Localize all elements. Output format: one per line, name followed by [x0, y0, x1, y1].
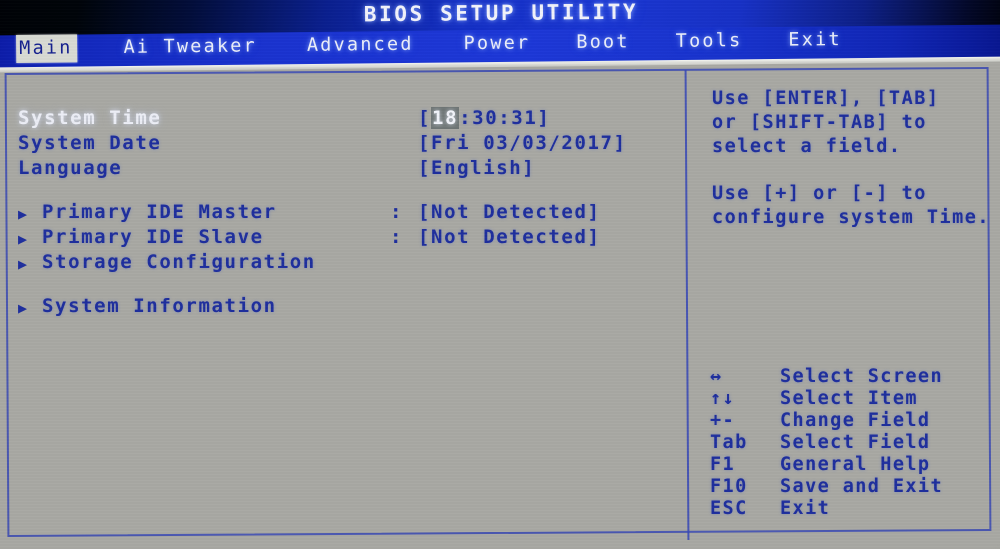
legend-label: Exit	[780, 498, 831, 519]
arrows-left-right-icon: ↔	[710, 366, 723, 387]
submenu-arrow-icon: ▶	[18, 299, 29, 317]
system-information-label: System Information	[42, 295, 277, 317]
setting-row-system-date[interactable]: System Date [Fri 03/03/2017]	[18, 132, 668, 157]
legend-row-select-screen: ↔ Select Screen	[700, 366, 1000, 389]
system-time-bracket-open: [	[418, 107, 432, 129]
primary-ide-master-value: [Not Detected]	[418, 201, 601, 223]
legend-label: Save and Exit	[780, 476, 943, 497]
storage-configuration-label: Storage Configuration	[42, 251, 316, 273]
f1-key-icon: F1	[710, 454, 736, 475]
tab-key-icon: Tab	[710, 432, 748, 453]
help-text-line: or [SHIFT-TAB] to	[712, 112, 927, 133]
legend-row-change-field: +- Change Field	[700, 410, 1000, 433]
main-settings-pane: System Time [18:30:31] System Date [Fri …	[0, 66, 686, 549]
legend-row-exit: ESC Exit	[700, 498, 1000, 521]
tab-main[interactable]: Main	[16, 33, 78, 63]
system-time-value[interactable]: [18:30:31]	[418, 107, 550, 129]
primary-ide-slave-value: [Not Detected]	[418, 226, 601, 248]
plus-minus-icon: +-	[710, 410, 736, 431]
setting-row-system-time[interactable]: System Time [18:30:31]	[18, 107, 668, 132]
setting-row-primary-ide-slave[interactable]: ▶ Primary IDE Slave : [Not Detected]	[18, 226, 668, 251]
tab-power[interactable]: Power	[463, 29, 531, 58]
language-value[interactable]: [English]	[418, 157, 535, 179]
legend-row-save-and-exit: F10 Save and Exit	[700, 476, 1000, 499]
submenu-arrow-icon: ▶	[18, 230, 29, 248]
setting-row-primary-ide-master[interactable]: ▶ Primary IDE Master : [Not Detected]	[18, 201, 668, 226]
menu-spacer	[257, 45, 307, 46]
primary-ide-master-colon: :	[390, 201, 404, 223]
legend-row-select-field: Tab Select Field	[700, 432, 1000, 455]
legend-label: Select Screen	[780, 366, 943, 387]
primary-ide-master-label: Primary IDE Master	[42, 201, 277, 223]
bios-setup-screen: BIOS SETUP UTILITY Main Ai Tweaker Advan…	[0, 0, 1000, 549]
help-text-line: Use [ENTER], [TAB]	[712, 88, 940, 109]
legend-label: Change Field	[780, 410, 931, 431]
setting-row-storage-configuration[interactable]: ▶ Storage Configuration	[18, 251, 668, 276]
primary-ide-slave-colon: :	[390, 226, 404, 248]
legend-label: Select Field	[780, 432, 931, 453]
language-label: Language	[18, 157, 123, 179]
setting-row-language[interactable]: Language [English]	[18, 157, 668, 182]
tab-advanced[interactable]: Advanced	[307, 30, 414, 59]
primary-ide-slave-label: Primary IDE Slave	[42, 226, 264, 248]
system-time-rest: :30:31]	[459, 107, 551, 129]
help-pane: Use [ENTER], [TAB] or [SHIFT-TAB] to sel…	[700, 66, 1000, 549]
tab-ai-tweaker[interactable]: Ai Tweaker	[123, 32, 257, 61]
submenu-arrow-icon: ▶	[18, 205, 29, 223]
tab-exit[interactable]: Exit	[788, 26, 842, 55]
legend-label: Select Item	[780, 388, 918, 409]
arrows-up-down-icon: ↑↓	[710, 388, 736, 409]
help-text-line: Use [+] or [-] to	[712, 183, 927, 204]
esc-key-icon: ESC	[710, 498, 748, 519]
submenu-arrow-icon: ▶	[18, 255, 29, 273]
menu-spacer	[414, 44, 464, 45]
tab-boot[interactable]: Boot	[576, 28, 630, 57]
legend-label: General Help	[780, 454, 931, 475]
f10-key-icon: F10	[710, 476, 748, 497]
legend-row-general-help: F1 General Help	[700, 454, 1000, 477]
system-date-value[interactable]: [Fri 03/03/2017]	[418, 132, 627, 154]
help-text-line: select a field.	[712, 136, 902, 157]
system-date-label: System Date	[18, 132, 162, 154]
help-text-line: configure system Time.	[712, 207, 991, 228]
system-time-hour-field[interactable]: 18	[431, 107, 460, 129]
legend-row-select-item: ↑↓ Select Item	[700, 388, 1000, 411]
setting-row-system-information[interactable]: ▶ System Information	[18, 295, 668, 320]
tab-tools[interactable]: Tools	[676, 27, 743, 56]
system-time-label: System Time	[18, 107, 162, 129]
